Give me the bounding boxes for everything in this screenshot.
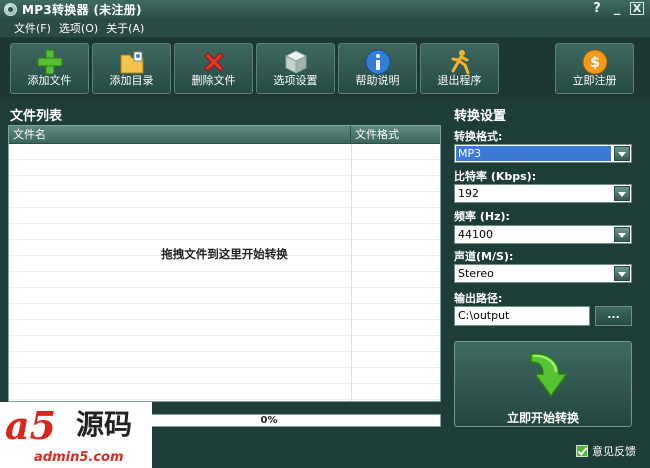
frequency-value: 44100 <box>458 228 493 241</box>
channel-value: Stereo <box>458 267 494 280</box>
chevron-down-icon[interactable] <box>614 227 630 242</box>
toolbar: 添加文件 添加目录 删除文件 选项设置 帮助说明 退出程序 $ 立即注册 <box>0 38 650 98</box>
options-settings-button[interactable]: 选项设置 <box>256 43 335 94</box>
output-path-input[interactable]: C:\output <box>454 306 590 326</box>
channel-label: 声道(M/S): <box>454 250 514 263</box>
register-button[interactable]: $ 立即注册 <box>555 43 634 94</box>
chevron-down-icon[interactable] <box>614 186 630 201</box>
exit-runner-icon <box>451 50 469 75</box>
file-list-rows[interactable] <box>9 144 440 401</box>
folder-icon <box>120 51 143 74</box>
watermark-cn-text: 源码 <box>76 408 133 441</box>
format-label: 转换格式: <box>454 130 503 143</box>
feedback-label: 意见反馈 <box>592 445 636 458</box>
bitrate-label: 比特率 (Kbps): <box>454 170 537 183</box>
format-select[interactable]: MP3 <box>454 144 632 163</box>
window-title: MP3转换器 (未注册) <box>22 3 142 17</box>
plus-icon <box>37 49 62 75</box>
coin-icon: $ <box>582 49 607 75</box>
file-list-table[interactable]: 文件名 文件格式 拖拽文件到这里开始转换 <box>8 125 441 402</box>
watermark-url: admin5.com <box>34 450 124 465</box>
frequency-select[interactable]: 44100 <box>454 225 632 244</box>
settings-title: 转换设置 <box>454 109 507 124</box>
menu-about[interactable]: 关于(A) <box>106 20 144 36</box>
menu-file[interactable]: 文件(F) <box>14 20 51 36</box>
help-button[interactable]: 帮助说明 <box>338 43 417 94</box>
svg-text:$: $ <box>590 55 600 71</box>
column-divider <box>351 144 352 401</box>
watermark-logo: a5 源码 admin5.com <box>0 402 152 468</box>
column-header-format[interactable]: 文件格式 <box>351 126 440 143</box>
title-bar: MP3转换器 (未注册) ? _ X <box>0 0 650 19</box>
window-controls: ? _ X <box>590 1 644 16</box>
minimize-window-button[interactable]: _ <box>610 1 624 16</box>
feedback-link[interactable]: 意见反馈 <box>576 443 636 459</box>
start-convert-button[interactable]: 立即开始转换 <box>454 341 632 427</box>
chevron-down-icon[interactable] <box>614 146 630 161</box>
cube-settings-icon <box>284 50 307 74</box>
output-path-label: 输出路径: <box>454 292 503 305</box>
bitrate-select[interactable]: 192 <box>454 184 632 203</box>
menu-bar: 文件(F) 选项(O) 关于(A) <box>0 19 650 37</box>
close-window-button[interactable]: X <box>630 2 644 15</box>
start-convert-label: 立即开始转换 <box>506 411 579 425</box>
channel-select[interactable]: Stereo <box>454 264 632 283</box>
menu-options[interactable]: 选项(O) <box>59 20 98 36</box>
watermark-a5-logo: a5 <box>5 403 57 448</box>
file-list-title: 文件列表 <box>10 109 63 124</box>
add-file-button[interactable]: 添加文件 <box>10 43 89 94</box>
green-down-arrow-icon <box>530 352 569 398</box>
file-list-header: 文件名 文件格式 <box>9 126 440 144</box>
add-folder-button[interactable]: 添加目录 <box>92 43 171 94</box>
app-disc-icon <box>4 3 17 16</box>
bitrate-value: 192 <box>458 187 479 200</box>
help-window-button[interactable]: ? <box>590 1 604 16</box>
chevron-down-icon[interactable] <box>614 266 630 281</box>
browse-button[interactable]: ... <box>595 306 632 326</box>
delete-file-button[interactable]: 删除文件 <box>174 43 253 94</box>
format-value: MP3 <box>456 146 611 161</box>
frequency-label: 频率 (Hz): <box>454 210 510 223</box>
column-header-filename[interactable]: 文件名 <box>9 126 351 143</box>
delete-x-icon <box>203 52 224 72</box>
drop-hint-text: 拖拽文件到这里开始转换 <box>161 247 288 261</box>
info-icon <box>365 49 390 75</box>
check-icon <box>576 445 588 457</box>
exit-button[interactable]: 退出程序 <box>420 43 499 94</box>
